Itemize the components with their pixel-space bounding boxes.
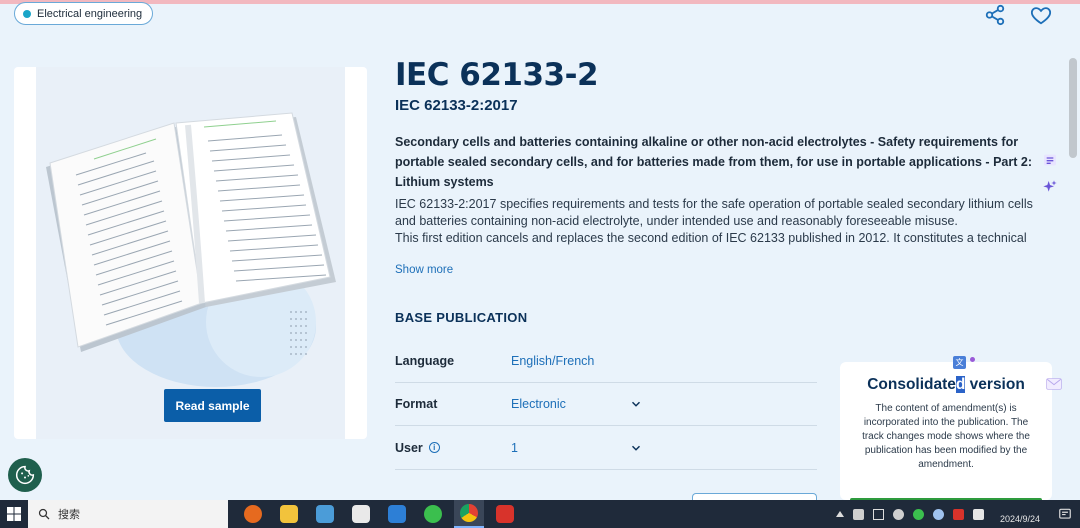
tray-volume-icon[interactable]	[893, 508, 904, 520]
taskbar-app-firefox-icon[interactable]	[238, 500, 268, 528]
category-label: Electrical engineering	[37, 7, 143, 20]
category-dot-icon	[23, 9, 31, 18]
taskbar-app-chrome-icon[interactable]	[454, 500, 484, 528]
tray-network-icon[interactable]	[853, 508, 864, 520]
publication-reference: IEC 62133-2:2017	[395, 97, 518, 114]
taskbar-date: 2024/9/24	[999, 514, 1040, 524]
open-book-image	[46, 112, 336, 387]
page-scrollbar[interactable]	[1069, 58, 1077, 158]
user-row[interactable]: User i 1	[395, 426, 817, 470]
format-value[interactable]: Electronic	[511, 397, 629, 411]
windows-logo-icon	[7, 507, 21, 521]
tray-chevron-up-icon[interactable]	[836, 511, 844, 517]
chevron-down-icon[interactable]	[629, 397, 643, 411]
tray-wps-icon[interactable]	[953, 508, 964, 520]
reader-tool-icon[interactable]	[1040, 150, 1060, 170]
language-label: Language	[395, 353, 455, 368]
taskbar-app-store-icon[interactable]	[310, 500, 340, 528]
cookie-icon	[15, 465, 35, 485]
taskbar-app-explorer-icon[interactable]	[274, 500, 304, 528]
user-value[interactable]: 1	[511, 441, 629, 455]
format-label: Format	[395, 396, 438, 411]
taskbar-search-label: 搜索	[58, 509, 80, 521]
read-sample-button[interactable]: Read sample	[164, 389, 261, 422]
taskbar-app-wechat-icon[interactable]	[418, 500, 448, 528]
product-image-area: Read sample	[36, 67, 345, 439]
consolidated-text: The content of amendment(s) is incorpora…	[862, 403, 1030, 470]
top-accent-bar	[0, 0, 1080, 4]
ai-sparkle-icon[interactable]	[1040, 177, 1060, 197]
user-label-group: User i	[395, 441, 511, 455]
share-icon[interactable]	[984, 4, 1006, 26]
publication-headline: Secondary cells and batteries containing…	[395, 135, 1032, 189]
taskbar-apps	[238, 500, 520, 528]
publication-description: IEC 62133-2:2017 specifies requirements …	[395, 197, 1033, 245]
taskbar-app-blue-icon[interactable]	[382, 500, 412, 528]
language-value[interactable]: English/French	[511, 354, 629, 368]
consolidated-version-card: Consolidated version The content of amen…	[840, 362, 1052, 502]
category-tag[interactable]: Electrical engineering	[14, 2, 154, 25]
windows-taskbar: 搜索 2024/9/24	[0, 500, 1080, 528]
chevron-down-icon[interactable]	[629, 441, 643, 455]
info-icon[interactable]: i	[428, 442, 440, 453]
consolidated-title: Consolidated version	[867, 376, 1025, 393]
format-row[interactable]: Format Electronic	[395, 382, 817, 426]
taskbar-app-wps-icon[interactable]	[490, 500, 520, 528]
heart-icon[interactable]	[1030, 4, 1052, 26]
user-label: User	[395, 440, 423, 455]
taskbar-search[interactable]: 搜索	[28, 500, 228, 528]
search-icon	[38, 508, 50, 520]
notification-icon[interactable]	[1058, 507, 1072, 521]
product-image-card: Read sample	[14, 67, 367, 439]
show-more-link[interactable]: Show more	[395, 264, 453, 276]
translate-icon[interactable]: 文	[953, 356, 966, 369]
tray-monitor-icon[interactable]	[873, 508, 884, 520]
tray-wechat-icon[interactable]	[913, 508, 924, 520]
language-row: Language English/French	[395, 339, 817, 383]
page-title: IEC 62133-2	[395, 57, 599, 93]
taskbar-app-tool-icon[interactable]	[346, 500, 376, 528]
mail-icon[interactable]	[1046, 378, 1062, 390]
base-publication-heading: BASE PUBLICATION	[395, 310, 528, 325]
system-tray	[836, 500, 984, 528]
tray-ime-icon[interactable]	[973, 508, 984, 520]
translate-dot-icon	[970, 357, 975, 362]
tray-cloud-icon[interactable]	[933, 508, 944, 520]
windows-start-button[interactable]	[0, 500, 28, 528]
cookie-settings-button[interactable]	[8, 458, 42, 492]
taskbar-clock[interactable]: 2024/9/24	[992, 503, 1040, 525]
